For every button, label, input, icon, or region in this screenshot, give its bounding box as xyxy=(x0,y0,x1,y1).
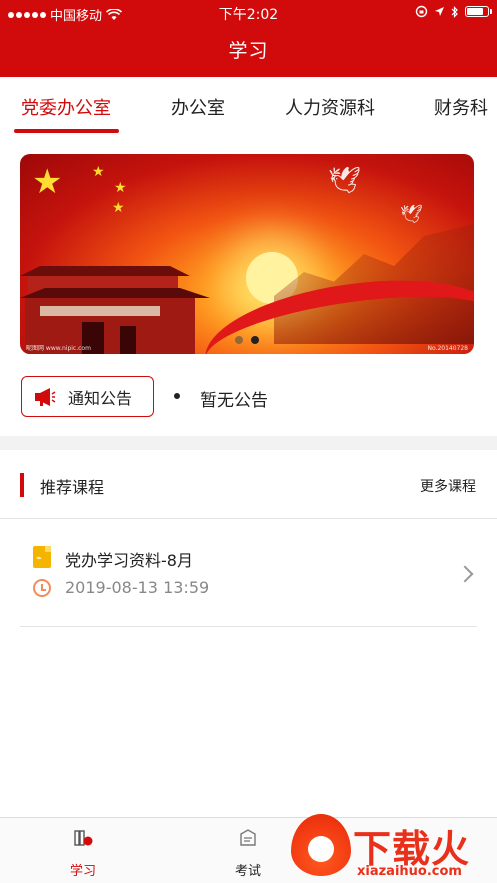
tab-finance[interactable]: 财务科 xyxy=(434,94,488,120)
battery-icon xyxy=(465,6,492,17)
tab-active-indicator xyxy=(14,129,119,133)
banner-watermark-right: No.20140728 xyxy=(427,345,469,352)
more-courses-link[interactable]: 更多课程 xyxy=(420,476,476,496)
nav-exam[interactable]: 考试 xyxy=(208,828,288,879)
pager-dot[interactable] xyxy=(235,336,243,344)
book-icon xyxy=(74,830,93,846)
nav-study[interactable]: 学习 xyxy=(43,828,123,879)
orientation-lock-icon xyxy=(415,5,428,18)
pager-dot-active[interactable] xyxy=(251,336,259,344)
notice-text: 暂无公告 xyxy=(200,391,268,411)
banner-watermark-left: 昵图网 www.nipic.com xyxy=(26,345,91,352)
tab-party-office[interactable]: 党委办公室 xyxy=(21,94,111,120)
watermark-domain: xiazaihuo.com xyxy=(357,864,462,879)
megaphone-icon xyxy=(35,387,56,406)
flag-star-icon: ★ xyxy=(114,180,127,196)
exam-icon xyxy=(240,829,256,846)
banner-carousel[interactable]: ★ ★ ★ ★ 🕊 🕊 昵图网 www.nipic.com No.2014072… xyxy=(20,154,474,354)
course-list-item[interactable]: ⌁ 党办学习资料-8月 2019-08-13 13:59 xyxy=(20,530,477,627)
flag-star-icon: ★ xyxy=(32,162,63,202)
tiananmen-graphic xyxy=(20,266,210,354)
flame-logo-icon xyxy=(291,814,351,876)
status-right xyxy=(415,5,492,18)
bluetooth-icon xyxy=(451,5,458,18)
location-icon xyxy=(435,7,444,16)
notice-button[interactable]: 通知公告 xyxy=(21,376,154,417)
pdf-icon: ⌁ xyxy=(33,546,51,568)
tab-human-resources[interactable]: 人力资源科 xyxy=(285,94,375,120)
course-datetime: 2019-08-13 13:59 xyxy=(65,578,210,597)
site-watermark: 下载火 xiazaihuo.com xyxy=(287,812,497,883)
clock-icon xyxy=(33,579,51,597)
section-accent-bar xyxy=(20,473,24,497)
status-bar: 中国移动 下午2:02 xyxy=(0,0,497,26)
nav-exam-label: 考试 xyxy=(234,864,261,879)
tab-office[interactable]: 办公室 xyxy=(171,94,225,120)
notice-bullet xyxy=(174,393,180,399)
chevron-right-icon xyxy=(456,565,474,583)
section-title: 推荐课程 xyxy=(40,478,105,497)
page-title: 学习 xyxy=(228,40,269,62)
nav-study-label: 学习 xyxy=(69,864,96,879)
dove-icon: 🕊 xyxy=(328,166,362,196)
divider xyxy=(0,518,497,519)
course-title: 党办学习资料-8月 xyxy=(65,551,193,570)
section-separator xyxy=(0,436,497,450)
flag-star-icon: ★ xyxy=(92,164,105,180)
top-bar: 中国移动 下午2:02 学习 xyxy=(0,0,497,77)
notice-button-label: 通知公告 xyxy=(68,388,133,408)
dove-icon: 🕊 xyxy=(400,204,423,225)
flag-star-icon: ★ xyxy=(112,200,125,216)
carousel-pager xyxy=(235,336,259,344)
category-tabs: 党委办公室 办公室 人力资源科 财务科 xyxy=(0,77,497,137)
